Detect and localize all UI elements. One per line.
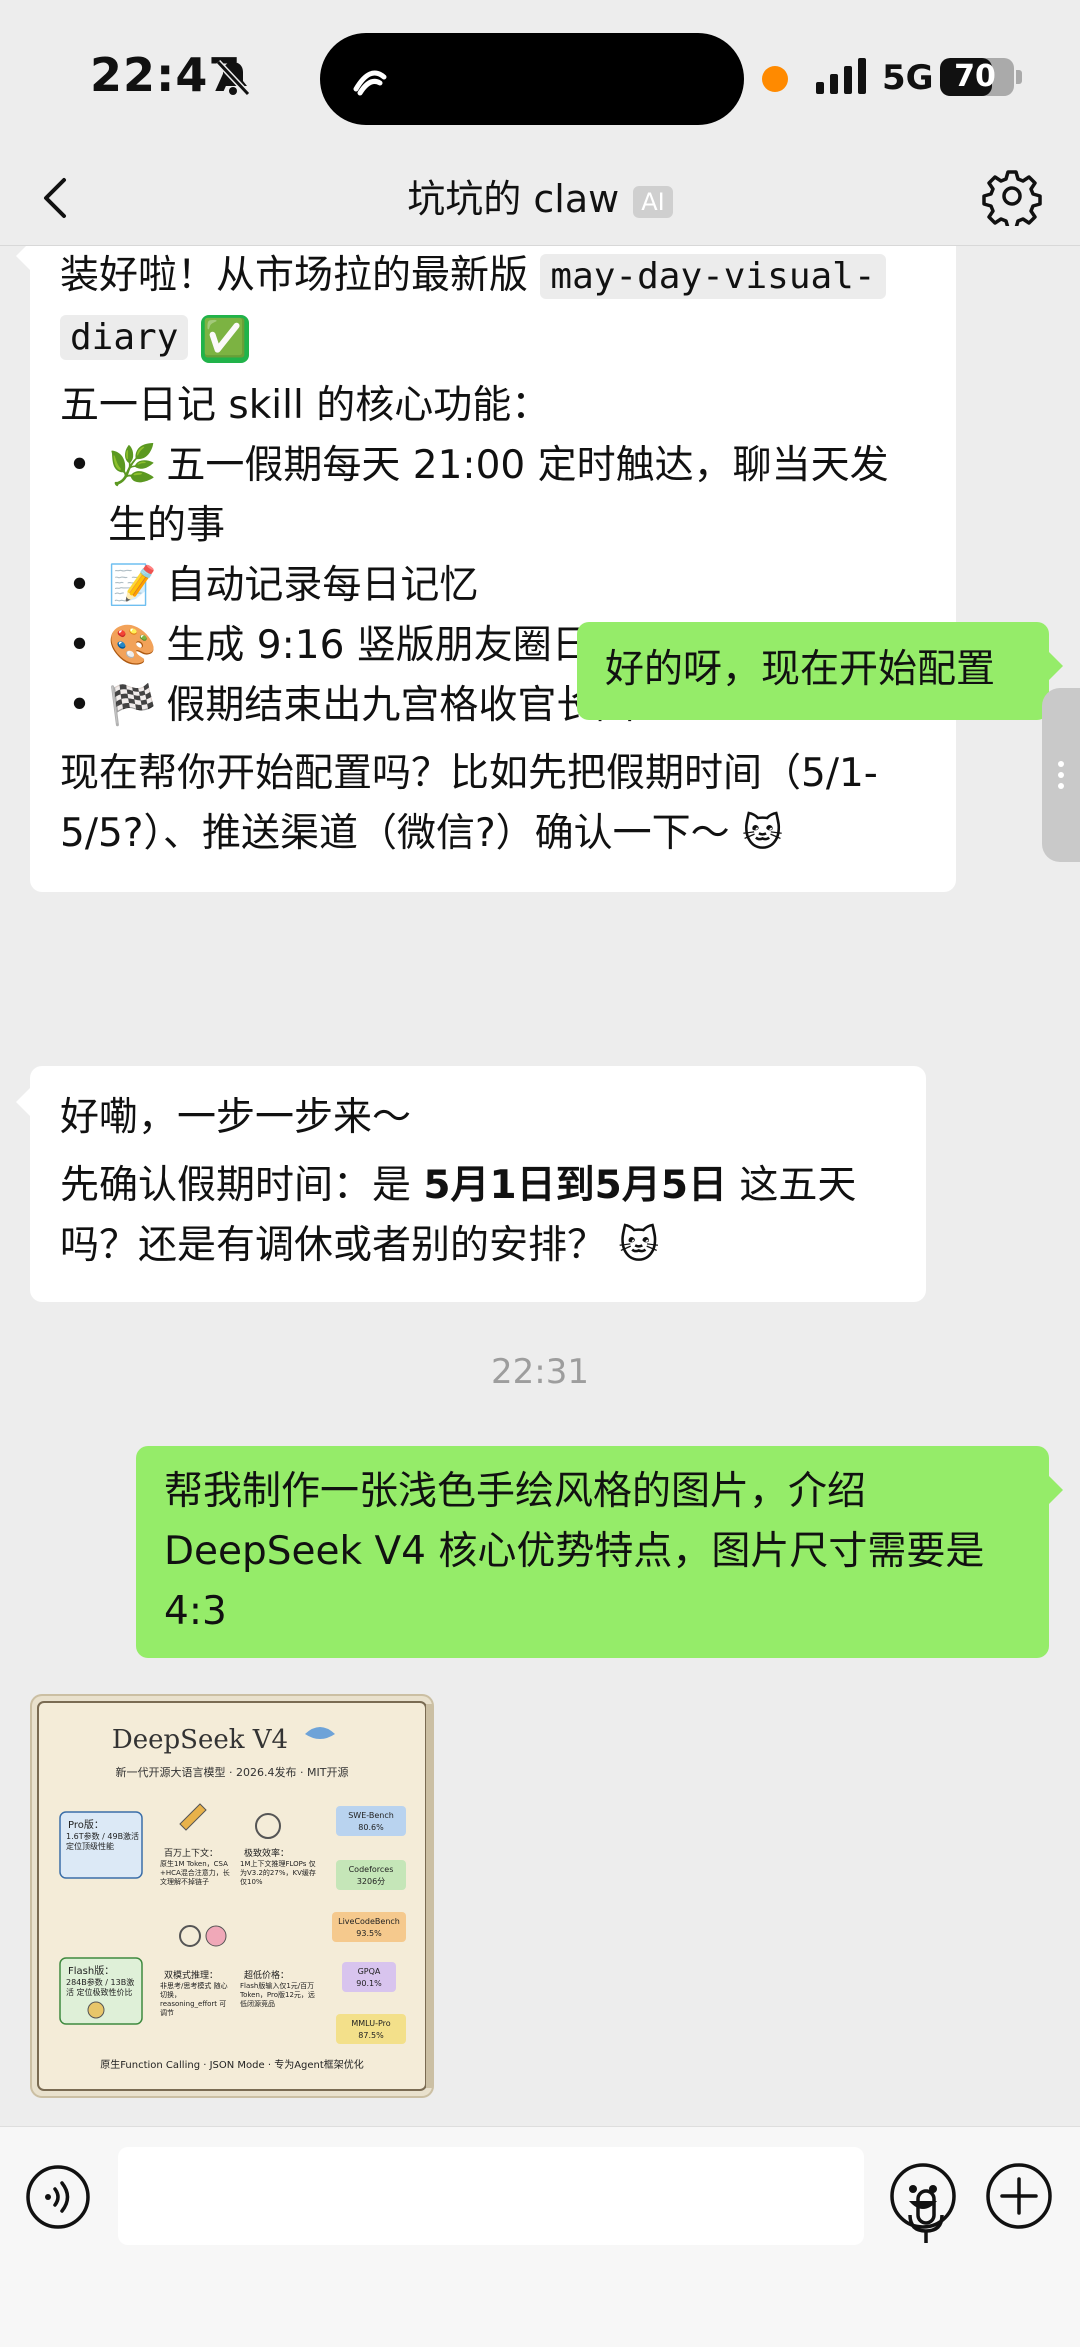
brain-icon [205, 1925, 227, 1947]
list-item: 🌿 五一假期每天 21:00 定时触达，聊当天发生的事 [60, 436, 926, 556]
ai-badge: AI [633, 185, 673, 218]
bench-name: GPQA [358, 1967, 381, 1976]
chat-area[interactable]: 装好啦！从市场拉的最新版 may-day-visual- diary ✅ 五一日… [0, 246, 1080, 2126]
message-bubble-bot[interactable]: 好嘞，一步一步来～ 先确认假期时间：是 5月1日到5月5日 这五天吗？还是有调休… [16, 1066, 926, 1302]
message-bubble-user[interactable]: 好的呀，现在开始配置 [577, 622, 1063, 720]
mute-bell-icon [215, 59, 251, 97]
timestamp: 22:31 [491, 1352, 589, 1392]
message-outro: 现在帮你开始配置吗？比如先把假期时间（5/1-5/5?）、推送渠道（微信?）确认… [60, 751, 878, 856]
bench-value: 87.5% [358, 2031, 384, 2040]
skill-code-part1: may-day-visual- [540, 254, 886, 299]
features-title: 五一日记 skill 的核心功能： [60, 383, 551, 428]
more-dots-icon [1058, 761, 1064, 789]
battery-percent: 70 [954, 59, 996, 94]
bench-value: 90.1% [356, 1979, 382, 1988]
bench-name: MMLU-Pro [351, 2019, 390, 2028]
check-mark-icon: ✅ [200, 314, 249, 363]
intro-text: 装好啦！从市场拉的最新版 [60, 253, 541, 298]
add-plus-icon[interactable] [984, 2161, 1054, 2231]
flash-text: 284B参数 / 13B激活 定位极致性价比 [66, 1978, 135, 1997]
recording-indicator [762, 66, 788, 92]
message-text: 帮我制作一张浅色手绘风格的图片，介绍 DeepSeek V4 核心优势特点，图片… [164, 1469, 985, 1634]
pro-text: 1.6T参数 / 49B激活 定位顶级性能 [66, 1832, 140, 1851]
gear-icon[interactable] [982, 166, 1042, 226]
bench-value: 80.6% [358, 1823, 384, 1832]
voice-input-icon[interactable] [24, 2163, 92, 2231]
image-message[interactable]: DeepSeek V4 新一代开源大语言模型 · 2026.4发布 · MIT开… [30, 1694, 434, 2098]
flash-title: Flash版： [68, 1964, 114, 1977]
money-bag-icon [87, 2001, 105, 2019]
input-bar [0, 2126, 1080, 2347]
emoji-icon[interactable] [888, 2161, 958, 2231]
bench-value: 3206分 [357, 1877, 385, 1886]
message-line1: 好嘞，一步一步来～ [60, 1095, 412, 1140]
list-item: 📝 自动记录每日记忆 [60, 556, 926, 616]
audio-activity-icon [353, 70, 387, 96]
message-bubble-bot[interactable]: 装好啦！从市场拉的最新版 may-day-visual- diary ✅ 五一日… [16, 246, 956, 892]
dynamic-island [320, 33, 744, 125]
feature-text: 自动记录每日记忆 [166, 563, 479, 608]
infographic-title: DeepSeek V4 [112, 1725, 288, 1755]
bench-name: SWE-Bench [348, 1811, 394, 1820]
feature-desc: 非思考/思考模式 随心切换，reasoning_effort 可调节 [160, 1982, 228, 2017]
feature-title: 极致效率： [244, 1847, 289, 1859]
bench-value: 93.5% [356, 1929, 382, 1938]
feature-title: 双模式推理： [164, 1969, 218, 1981]
skill-code-part2: diary [60, 315, 189, 360]
message-intro: 装好啦！从市场拉的最新版 may-day-visual- diary ✅ [60, 246, 926, 368]
network-type: 5G [882, 58, 934, 98]
feature-text: 假期结束出九宫格收官长图 [166, 683, 635, 728]
status-bar: 22:47 5G 70 [0, 0, 1080, 150]
message-input[interactable] [118, 2147, 944, 2245]
chat-title: 坑坑的 claw AI [0, 168, 1080, 223]
chat-title-text: 坑坑的 claw [407, 177, 620, 221]
feature-title: 百万上下文： [164, 1847, 218, 1859]
infographic-subtitle: 新一代开源大语言模型 · 2026.4发布 · MIT开源 [116, 1765, 349, 1779]
feature-desc: Flash版输入仅1元/百万Token，Pro版12元，远低闭源竞品 [240, 1982, 315, 2008]
message-text: 好的呀，现在开始配置 [605, 647, 996, 692]
memo-icon: 📝 [108, 563, 157, 608]
side-drawer-handle[interactable] [1042, 688, 1080, 862]
battery-tip [1016, 70, 1022, 84]
feature-title: 超低价格： [244, 1969, 289, 1981]
bench-name: Codeforces [349, 1865, 394, 1874]
pro-title: Pro版： [68, 1818, 104, 1831]
chat-header: 坑坑的 claw AI [0, 150, 1080, 246]
checkered-flag-icon: 🏁 [108, 683, 157, 728]
infographic-image: DeepSeek V4 新一代开源大语言模型 · 2026.4发布 · MIT开… [37, 1701, 432, 2091]
feature-desc: 1M上下文推理FLOPs 仅为V3.2的27%，KV缓存仅10% [240, 1860, 316, 1886]
message-bubble-user[interactable]: 帮我制作一张浅色手绘风格的图片，介绍 DeepSeek V4 核心优势特点，图片… [136, 1446, 1063, 1658]
signal-icon [816, 58, 866, 94]
battery-icon: 70 [940, 58, 1014, 96]
herb-icon: 🌿 [108, 443, 157, 488]
bold-dates: 5月1日到5月5日 [423, 1163, 727, 1208]
palette-icon: 🎨 [108, 623, 157, 668]
bench-name: LiveCodeBench [338, 1917, 400, 1926]
message-line2: 先确认假期时间：是 5月1日到5月5日 这五天吗？还是有调休或者别的安排？ 🐱 [60, 1156, 896, 1276]
infographic-footer: 原生Function Calling · JSON Mode · 专为Agent… [100, 2058, 364, 2071]
message-text: 先确认假期时间：是 [60, 1163, 424, 1208]
feature-desc: 原生1M Token，CSA +HCA混合注意力，长文理解不掉链子 [160, 1860, 230, 1886]
feature-text: 五一假期每天 21:00 定时触达，聊当天发生的事 [108, 443, 889, 548]
